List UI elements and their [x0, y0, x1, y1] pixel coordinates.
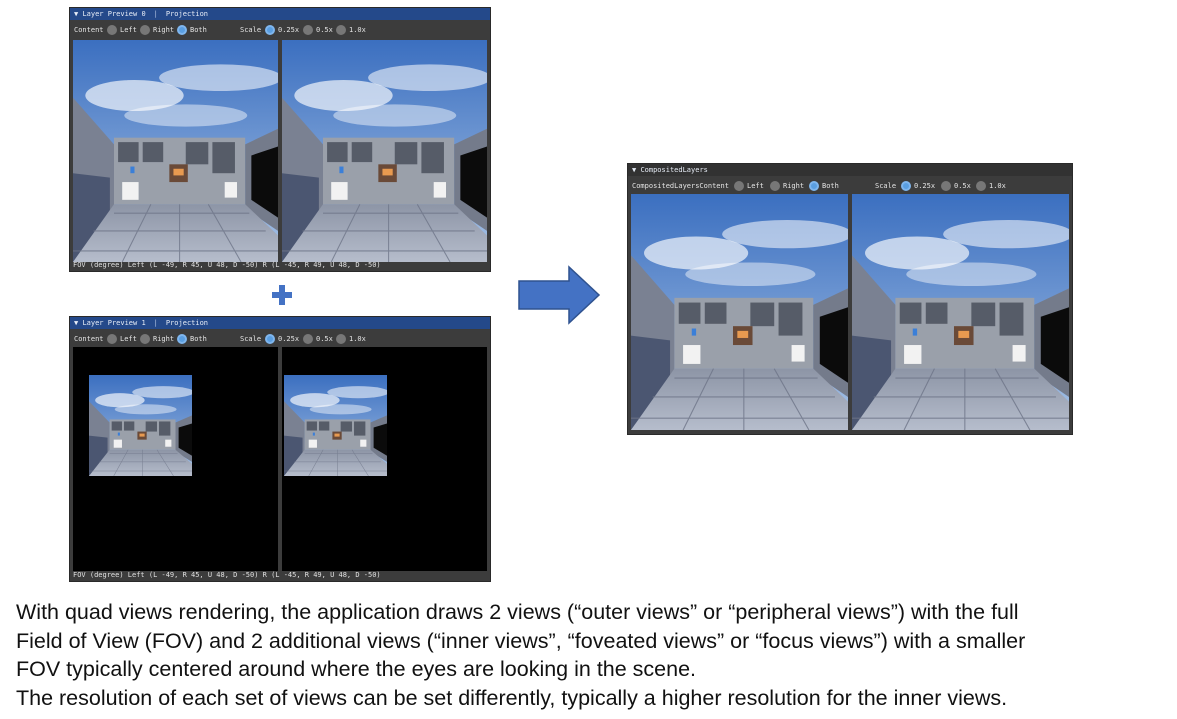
radio-left-label: Left: [120, 26, 137, 34]
radio-scale-05[interactable]: [303, 25, 313, 35]
radio-scale-025[interactable]: [265, 25, 275, 35]
preview0-right-view: [282, 40, 487, 262]
radio-both-label: Both: [190, 335, 207, 343]
radio-scale-025[interactable]: [901, 181, 911, 191]
radio-both[interactable]: [177, 25, 187, 35]
preview1-left-view: [73, 347, 278, 571]
content-label: Content: [74, 26, 104, 34]
caption-text: With quad views rendering, the applicati…: [16, 598, 1166, 712]
preview1-title: Layer Preview 1: [82, 319, 146, 327]
radio-scale-025[interactable]: [265, 334, 275, 344]
radio-both[interactable]: [809, 181, 819, 191]
scale-label: Scale: [240, 26, 262, 34]
preview0-left-view: [73, 40, 278, 262]
caption-line: The resolution of each set of views can …: [16, 685, 1008, 710]
radio-left[interactable]: [734, 181, 744, 191]
radio-both[interactable]: [177, 334, 187, 344]
scale-label: Scale: [875, 182, 897, 190]
preview0-title: Layer Preview 0: [82, 10, 146, 18]
preview0-mode: Projection: [165, 10, 209, 18]
radio-right-label: Right: [153, 26, 175, 34]
preview0-controls: Content Left Right Both Scale 0.25x 0.5x…: [70, 20, 490, 40]
preview1-controls: Content Left Right Both Scale 0.25x 0.5x…: [70, 329, 490, 349]
radio-right-label: Right: [783, 182, 805, 190]
scale-05-label: 0.5x: [316, 335, 333, 343]
scale-10-label: 1.0x: [989, 182, 1006, 190]
preview0-fov-status: FOV (degree) Left (L -49, R 45, U 48, D …: [73, 261, 381, 269]
radio-scale-05[interactable]: [303, 334, 313, 344]
scene-image: [73, 40, 278, 262]
inner-view-image: [89, 375, 192, 476]
content-label: Content: [74, 335, 104, 343]
preview1-fov-status: FOV (degree) Left (L -49, R 45, U 48, D …: [73, 571, 381, 579]
preview0-titlebar[interactable]: ▼ Layer Preview 0 | Projection: [70, 8, 490, 20]
caption-line: Field of View (FOV) and 2 additional vie…: [16, 628, 1026, 653]
preview1-titlebar[interactable]: ▼ Layer Preview 1 | Projection: [70, 317, 490, 329]
radio-scale-05[interactable]: [941, 181, 951, 191]
scale-025-label: 0.25x: [914, 182, 936, 190]
scene-image: [852, 194, 1069, 430]
caption-line: FOV typically centered around where the …: [16, 657, 697, 681]
composited-controls: CompositedLayersContent Left Right Both …: [628, 176, 1072, 196]
content-label: CompositedLayersContent: [632, 182, 729, 190]
radio-left[interactable]: [107, 25, 117, 35]
scale-025-label: 0.25x: [278, 26, 300, 34]
scale-10-label: 1.0x: [349, 335, 366, 343]
layer-preview-0-window: ▼ Layer Preview 0 | Projection Content Lef…: [69, 7, 491, 272]
composited-left-view: [631, 194, 848, 430]
scale-label: Scale: [240, 335, 262, 343]
caption-line: With quad views rendering, the applicati…: [16, 600, 1019, 624]
composited-layers-window: ▼ CompositedLayers CompositedLayersConte…: [627, 163, 1073, 435]
preview1-mode: Projection: [165, 319, 209, 327]
radio-both-label: Both: [822, 182, 839, 190]
radio-left[interactable]: [107, 334, 117, 344]
radio-right-label: Right: [153, 335, 175, 343]
arrow-right-icon: [518, 265, 601, 325]
scale-05-label: 0.5x: [954, 182, 971, 190]
radio-right[interactable]: [140, 334, 150, 344]
radio-left-label: Left: [747, 182, 764, 190]
composited-title: CompositedLayers: [640, 166, 708, 174]
scale-025-label: 0.25x: [278, 335, 300, 343]
scale-05-label: 0.5x: [316, 26, 333, 34]
radio-left-label: Left: [120, 335, 137, 343]
radio-right[interactable]: [140, 25, 150, 35]
scale-10-label: 1.0x: [349, 26, 366, 34]
preview1-right-view: [282, 347, 487, 571]
radio-both-label: Both: [190, 26, 207, 34]
composited-titlebar[interactable]: ▼ CompositedLayers: [628, 164, 1072, 176]
radio-scale-10[interactable]: [976, 181, 986, 191]
inner-view-image: [284, 375, 387, 476]
composited-right-view: [852, 194, 1069, 430]
layer-preview-1-window: ▼ Layer Preview 1 | Projection Content Lef…: [69, 316, 491, 582]
plus-icon: [272, 285, 292, 305]
radio-scale-10[interactable]: [336, 334, 346, 344]
radio-scale-10[interactable]: [336, 25, 346, 35]
scene-image: [631, 194, 848, 430]
radio-right[interactable]: [770, 181, 780, 191]
scene-image: [282, 40, 487, 262]
